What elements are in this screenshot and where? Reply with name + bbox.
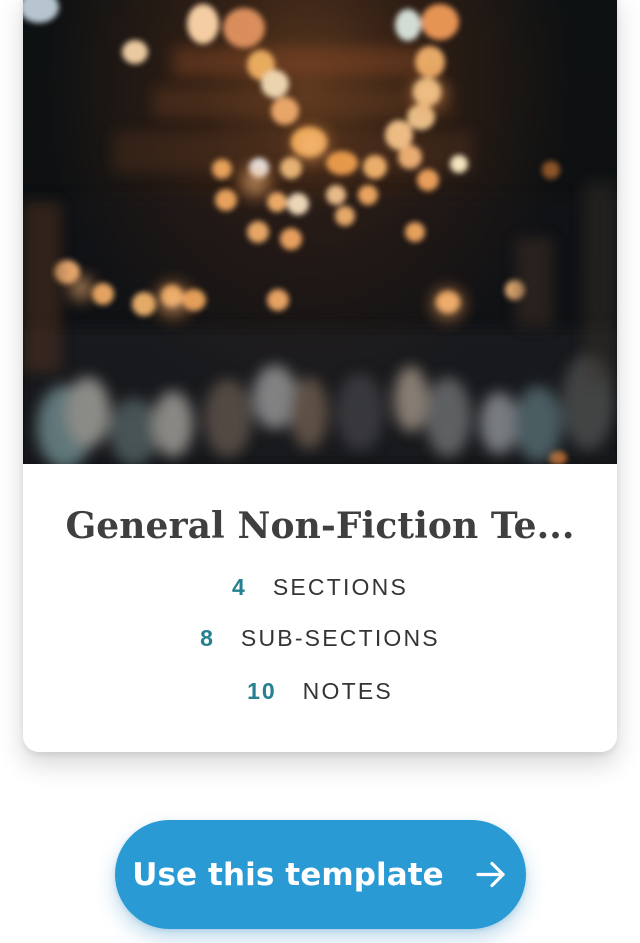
template-cover-image	[23, 0, 617, 464]
notes-count-row: 10 NOTES	[23, 676, 617, 706]
subsections-count-row: 8 SUB-SECTIONS	[23, 623, 617, 653]
notes-count: 10	[247, 678, 277, 704]
sections-count: 4	[232, 574, 247, 600]
subsections-count: 8	[200, 625, 215, 651]
arrow-right-icon	[476, 861, 505, 888]
notes-label: NOTES	[302, 678, 393, 704]
use-template-button-label: Use this template	[132, 856, 444, 893]
template-preview-page: General Non-Fiction Te... 4 SECTIONS 8 SUB…	[0, 0, 640, 943]
bokeh-photo-icon	[23, 0, 617, 464]
subsections-label: SUB-SECTIONS	[240, 625, 440, 651]
sections-count-row: 4 SECTIONS	[23, 572, 617, 602]
sections-label: SECTIONS	[272, 574, 408, 600]
template-card-body: General Non-Fiction Te... 4 SECTIONS 8 SUB…	[23, 464, 617, 752]
use-template-button[interactable]: Use this template	[115, 820, 526, 929]
template-card[interactable]: General Non-Fiction Te... 4 SECTIONS 8 SUB…	[23, 0, 617, 752]
template-title: General Non-Fiction Te...	[65, 505, 575, 547]
